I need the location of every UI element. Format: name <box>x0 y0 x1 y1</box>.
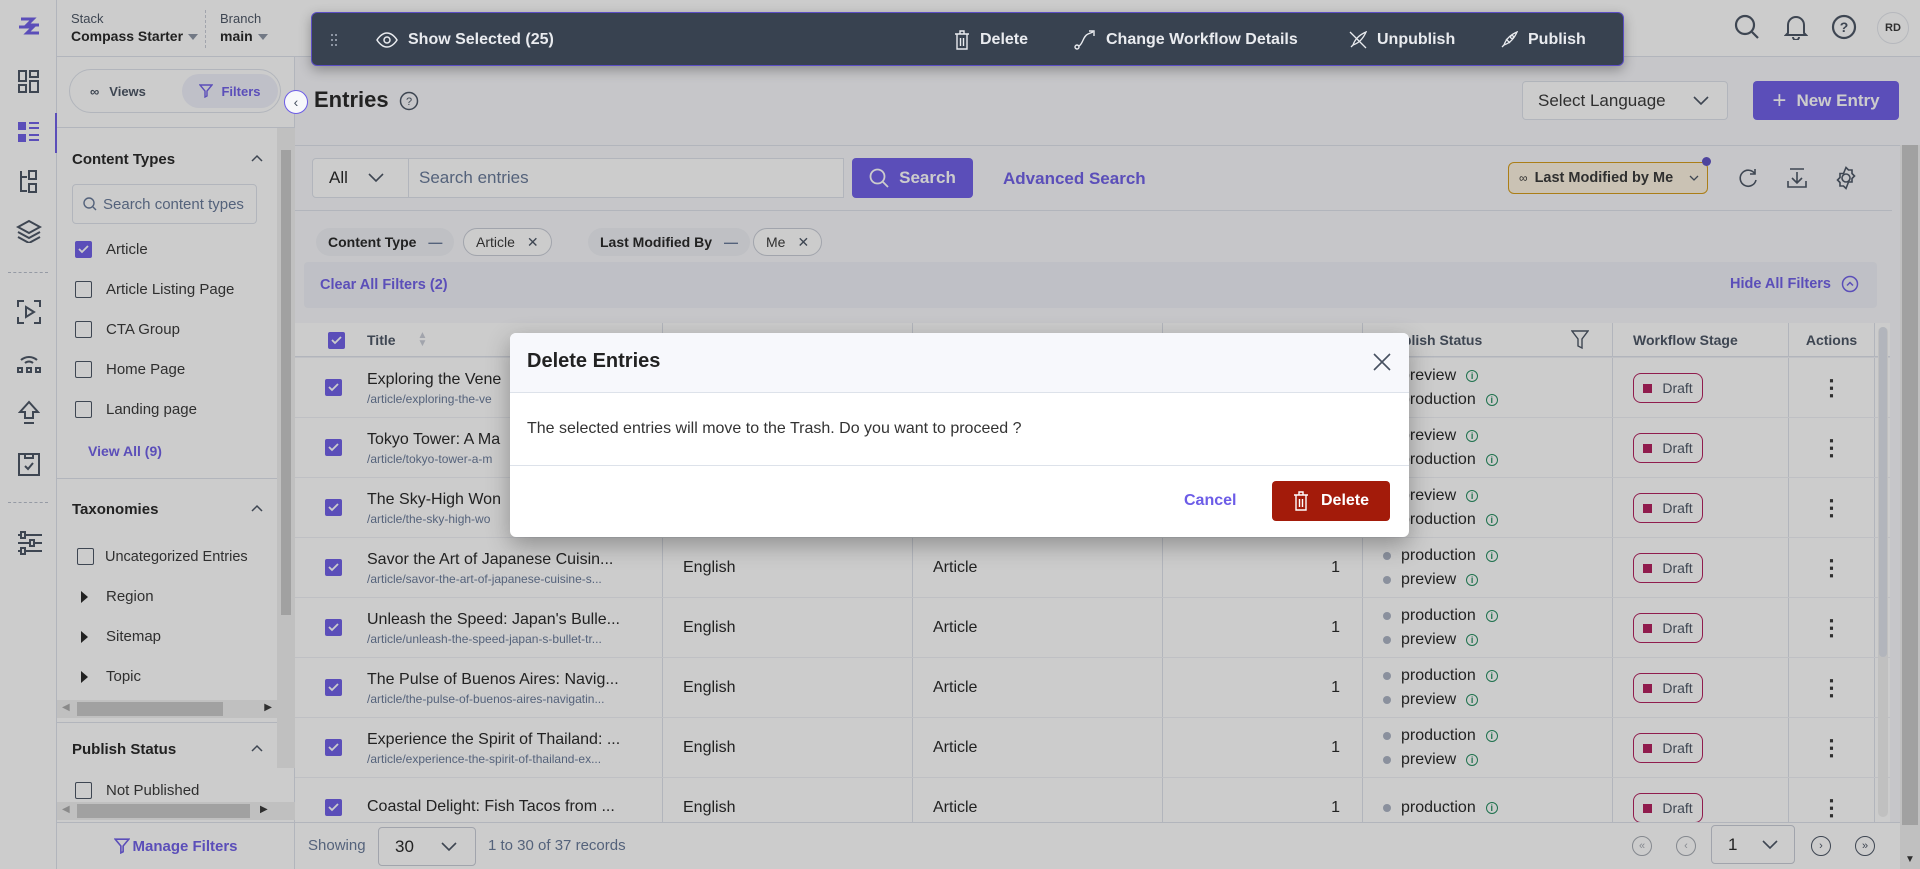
unpublish-rocket-icon <box>1349 31 1367 49</box>
delete-entries-dialog: Delete Entries The selected entries will… <box>510 333 1409 537</box>
confirm-delete-button[interactable]: Delete <box>1272 481 1390 521</box>
close-dialog-icon[interactable] <box>1373 353 1391 371</box>
dialog-title: Delete Entries <box>527 350 661 372</box>
publish-rocket-icon <box>1501 31 1518 48</box>
show-selected-label: Show Selected (25) <box>408 31 554 48</box>
bulk-publish-button[interactable]: Publish <box>1500 13 1586 67</box>
confirm-delete-label: Delete <box>1320 492 1370 509</box>
change-workflow-label: Change Workflow Details <box>1106 31 1298 48</box>
change-workflow-details-button[interactable]: Change Workflow Details <box>1074 13 1298 67</box>
bulk-delete-label: Delete <box>980 31 1029 48</box>
dialog-message: The selected entries will move to the Tr… <box>527 420 1022 437</box>
trash-icon <box>1293 491 1308 511</box>
trash-icon <box>955 30 969 50</box>
collapse-panel-button[interactable]: ‹ <box>284 90 308 114</box>
eye-icon <box>376 32 398 48</box>
drag-handle-icon[interactable] <box>330 13 348 67</box>
dialog-footer-divider <box>510 465 1409 466</box>
bulk-unpublish-label: Unpublish <box>1377 31 1456 48</box>
bulk-unpublish-button[interactable]: Unpublish <box>1349 13 1455 67</box>
show-selected-button[interactable]: Show Selected (25) <box>376 13 554 67</box>
bulk-actions-toolbar: Show Selected (25) Delete Change Workflo… <box>311 12 1624 66</box>
workflow-icon <box>1074 30 1095 50</box>
cancel-button[interactable]: Cancel <box>1184 492 1236 510</box>
bulk-delete-button[interactable]: Delete <box>954 13 1028 67</box>
bulk-publish-label: Publish <box>1528 31 1586 48</box>
